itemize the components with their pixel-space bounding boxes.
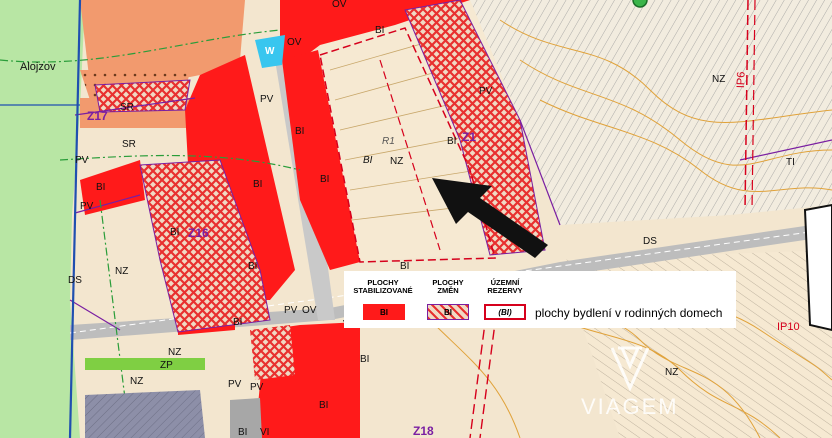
map-label: W: [265, 46, 275, 57]
map-label: NZ: [712, 74, 726, 85]
map-label: BI: [295, 126, 305, 137]
map-label: PV: [75, 155, 89, 166]
map-label: DS: [68, 275, 82, 286]
map-label: VI: [260, 427, 270, 438]
map-label: BI: [319, 400, 329, 411]
map-label: NZ: [168, 347, 182, 358]
map-label: PV: [80, 201, 94, 212]
map-label: DS: [643, 236, 657, 247]
map-label: PV: [260, 94, 274, 105]
map-label: BI: [233, 317, 243, 328]
legend-reserve-header: ÚZEMNÍ REZERVY: [487, 278, 523, 295]
place-label: Alojzov: [20, 61, 56, 73]
map-label: PV: [228, 379, 242, 390]
zoning-map: [0, 0, 832, 438]
reserve-line-label: IP6: [735, 71, 748, 89]
zone-label: Z16: [188, 226, 209, 240]
map-label: BI: [238, 427, 248, 438]
zone-label: Z1: [462, 130, 477, 144]
map-legend: PLOCHY STABILIZOVANÉ PLOCHY ZMĚN ÚZEMNÍ …: [344, 271, 736, 328]
map-label: ZP: [160, 360, 173, 371]
reserve-label: BI: [363, 155, 373, 166]
map-label: BI: [170, 227, 180, 238]
map-label: PV: [479, 86, 493, 97]
map-label: SR: [122, 139, 136, 150]
map-label: BI: [96, 182, 106, 193]
map-label: BI: [320, 174, 330, 185]
map-label: SR: [120, 102, 134, 113]
map-label: OV: [332, 0, 347, 10]
map-label: BI: [360, 354, 370, 365]
map-label: BI: [248, 261, 258, 272]
map-label: OV: [287, 37, 302, 48]
map-label: BI: [375, 25, 385, 36]
legend-change-swatch: BI: [427, 304, 469, 320]
legend-stabilized-swatch: BI: [363, 304, 405, 320]
map-label: NZ: [130, 376, 144, 387]
map-label: BI: [447, 136, 457, 147]
reserve-line-label: IP10: [777, 321, 800, 333]
map-label: OV: [302, 305, 317, 316]
map-label: NZ: [390, 156, 404, 167]
legend-change-header: PLOCHY ZMĚN: [432, 278, 464, 295]
map-label: NZ: [115, 266, 129, 277]
reserve-label: R1: [382, 136, 395, 147]
legend-stabilized-header: PLOCHY STABILIZOVANÉ: [353, 278, 413, 295]
map-label: BI: [253, 179, 263, 190]
watermark-text: VIAGEM: [581, 394, 679, 419]
zone-label: Z18: [413, 424, 434, 438]
map-label: TI: [786, 157, 795, 168]
map-label: PV: [284, 305, 298, 316]
zone-label: Z17: [87, 109, 108, 123]
legend-description: plochy bydlení v rodinných domech: [535, 306, 723, 320]
map-label: PV: [250, 382, 264, 393]
legend-reserve-swatch: (BI): [484, 304, 526, 320]
